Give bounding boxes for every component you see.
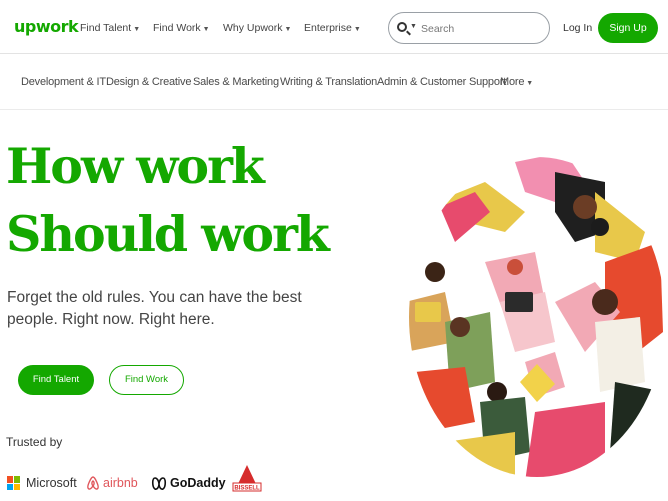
airbnb-logo: airbnb <box>86 472 138 494</box>
airbnb-icon <box>87 476 99 490</box>
login-link[interactable]: Log In <box>563 22 592 34</box>
nav-find-talent-label: Find Talent <box>80 22 132 34</box>
microsoft-logo: Microsoft <box>7 472 77 494</box>
search-type-chevron-icon[interactable]: ▼ <box>410 23 417 30</box>
chevron-down-icon: ▼ <box>284 26 292 33</box>
nav-enterprise[interactable]: Enterprise ▼ <box>304 22 361 34</box>
hero-headline-line2: Should work <box>6 205 330 263</box>
category-sales-marketing[interactable]: Sales & Marketing <box>193 76 279 88</box>
find-talent-button[interactable]: Find Talent <box>18 365 94 395</box>
find-work-button[interactable]: Find Work <box>109 365 184 395</box>
chevron-down-icon: ▼ <box>202 26 210 33</box>
signup-button[interactable]: Sign Up <box>598 13 658 43</box>
top-navigation: upwork Find Talent ▼ Find Work ▼ Why Upwor… <box>0 0 668 54</box>
hero-illustration <box>409 157 665 477</box>
search-icon[interactable] <box>397 22 407 32</box>
bissell-logo: BISSELL <box>230 464 264 494</box>
hero-headline-line1: How work <box>6 137 265 195</box>
nav-why-upwork-label: Why Upwork <box>223 22 283 34</box>
hero-subtitle: Forget the old rules. You can have the b… <box>7 289 302 328</box>
godaddy-icon <box>151 477 167 490</box>
category-design-creative[interactable]: Design & Creative <box>106 76 191 88</box>
microsoft-name: Microsoft <box>26 476 77 490</box>
svg-text:BISSELL: BISSELL <box>234 486 260 492</box>
microsoft-windows-icon <box>7 476 21 490</box>
chevron-down-icon: ▼ <box>133 26 141 33</box>
nav-find-talent[interactable]: Find Talent ▼ <box>80 22 140 34</box>
search-bar[interactable]: ▼ <box>388 12 550 44</box>
nav-find-work-label: Find Work <box>153 22 201 34</box>
category-more[interactable]: More ▼ <box>500 76 533 88</box>
category-more-label: More <box>500 76 525 88</box>
upwork-logo[interactable]: upwork <box>14 17 79 36</box>
category-writing-translation[interactable]: Writing & Translation <box>280 76 377 88</box>
airbnb-name: airbnb <box>103 476 138 490</box>
godaddy-name: GoDaddy <box>170 476 226 490</box>
bissell-emblem: BISSELL <box>232 465 262 492</box>
nav-enterprise-label: Enterprise <box>304 22 352 34</box>
chevron-down-icon: ▼ <box>353 26 361 33</box>
nav-find-work[interactable]: Find Work ▼ <box>153 22 210 34</box>
category-development-it[interactable]: Development & IT <box>21 76 106 88</box>
trusted-by-label: Trusted by <box>6 435 63 449</box>
chevron-down-icon: ▼ <box>526 80 533 87</box>
nav-why-upwork[interactable]: Why Upwork ▼ <box>223 22 291 34</box>
search-input[interactable] <box>421 21 541 37</box>
hero-headline: How work Should work <box>6 132 330 268</box>
godaddy-logo: GoDaddy <box>151 472 226 494</box>
category-admin-support[interactable]: Admin & Customer Support <box>377 76 506 88</box>
category-bar: Development & IT Design & Creative Sales… <box>0 54 668 110</box>
